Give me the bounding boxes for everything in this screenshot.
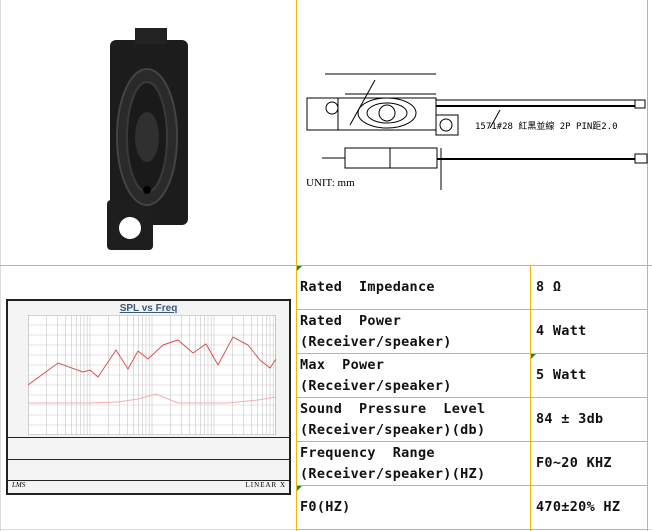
spec-value: 4 Watt <box>536 323 587 339</box>
cell-comment-marker <box>297 486 302 491</box>
spec-label: Rated Impedance <box>300 279 435 295</box>
dimension-drawing: 1571#28 紅黑並線 2P PIN距2.0 UNIT: mm <box>306 73 648 190</box>
spec-value: 5 Watt <box>536 367 587 383</box>
spl-chart: SPL vs Freq LMS LINEAR X <box>6 299 291 495</box>
cell-comment-marker <box>297 266 302 271</box>
spec-sheet: 1571#28 紅黑並線 2P PIN距2.0 UNIT: mm SPL vs … <box>0 0 652 531</box>
linearx-logo: LINEAR X <box>245 481 286 489</box>
spec-value: F0~20 KHZ <box>536 455 612 471</box>
spec-label: Max Power (Receiver/speaker) <box>300 356 452 394</box>
spec-label: Rated Power (Receiver/speaker) <box>300 312 452 350</box>
spec-label: Sound Pressure Level (Receiver/speaker)(… <box>300 400 486 438</box>
grid-line <box>530 265 531 531</box>
cell-comment-marker <box>531 354 536 359</box>
chart-title: SPL vs Freq <box>119 303 178 314</box>
unit-label: UNIT: mm <box>306 177 355 189</box>
spec-label: F0(HZ) <box>300 499 351 515</box>
spec-label: Frequency Range (Receiver/speaker)(HZ) <box>300 444 486 482</box>
spec-value: 470±20% HZ <box>536 499 621 515</box>
spec-value: 84 ± 3db <box>536 411 604 427</box>
chart-plot <box>28 315 276 435</box>
wire-note: 1571#28 紅黑並線 2P PIN距2.0 <box>475 120 618 132</box>
lms-logo: LMS <box>12 481 26 489</box>
spec-value: 8 Ω <box>536 279 562 295</box>
speaker-photo <box>107 28 188 250</box>
grid-line <box>296 529 648 530</box>
